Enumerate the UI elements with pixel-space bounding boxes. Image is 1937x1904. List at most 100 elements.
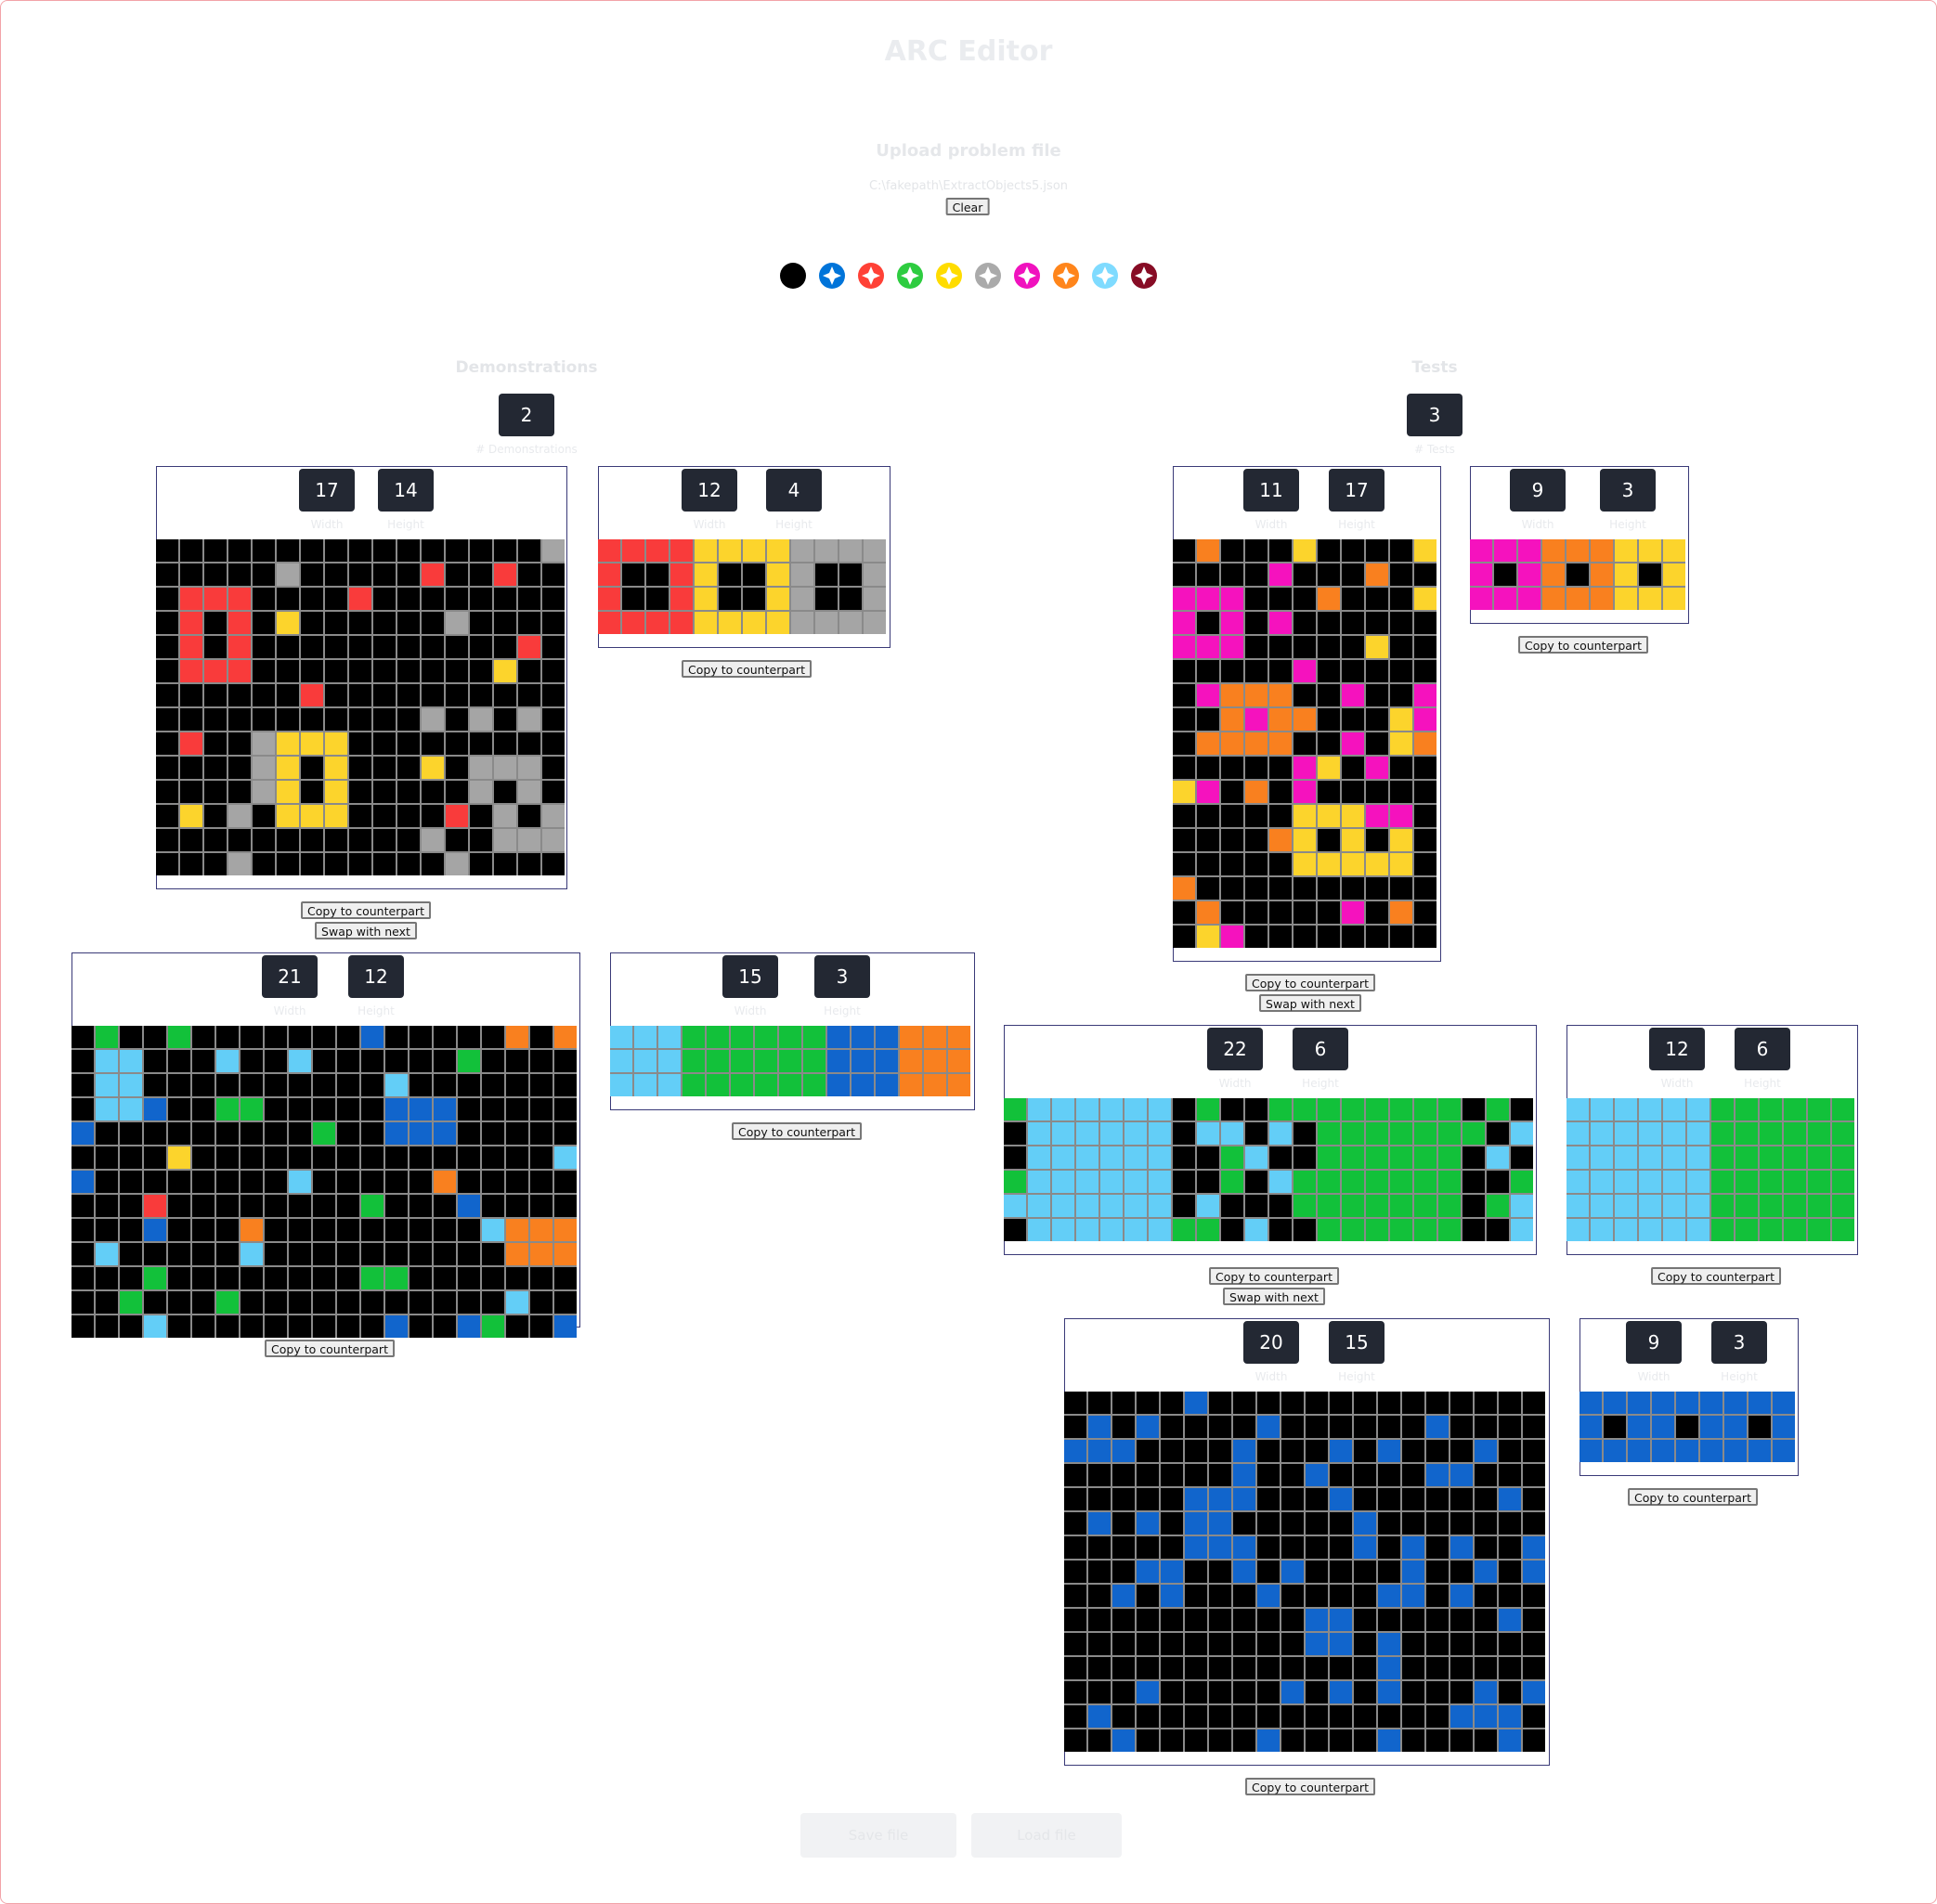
grid-cell[interactable]	[1294, 636, 1316, 658]
grid-cell[interactable]	[1390, 1219, 1412, 1241]
grid-cell[interactable]	[1088, 1585, 1111, 1607]
grid-cell[interactable]	[385, 1026, 408, 1048]
grid-cell[interactable]	[72, 1171, 94, 1193]
grid-cell[interactable]	[325, 636, 347, 658]
grid-cell[interactable]	[1724, 1392, 1747, 1414]
grid-cell[interactable]	[1414, 1195, 1436, 1217]
grid-cell[interactable]	[554, 1026, 577, 1048]
grid-cell[interactable]	[1523, 1705, 1545, 1728]
grid-cell[interactable]	[1736, 1171, 1758, 1193]
grid-cell[interactable]	[1784, 1098, 1806, 1120]
grid-cell[interactable]	[349, 588, 371, 610]
grid-cell[interactable]	[743, 539, 765, 562]
grid-cell[interactable]	[1414, 612, 1436, 634]
grid-cell[interactable]	[1028, 1171, 1050, 1193]
grid-cell[interactable]	[1687, 1171, 1710, 1193]
grid-cell[interactable]	[1438, 1171, 1461, 1193]
grid-cell[interactable]	[1221, 1098, 1243, 1120]
grid-cell[interactable]	[1245, 660, 1268, 682]
grid-cell[interactable]	[670, 588, 693, 610]
grid-cell[interactable]	[1342, 588, 1364, 610]
grid-cell[interactable]	[1330, 1416, 1352, 1438]
grid-cell[interactable]	[682, 1026, 705, 1048]
grid-cell[interactable]	[1366, 612, 1388, 634]
grid-cell[interactable]	[1390, 781, 1412, 803]
grid-cell[interactable]	[1245, 781, 1268, 803]
grid-cell[interactable]	[1760, 1219, 1782, 1241]
grid-cell[interactable]	[1438, 1122, 1461, 1145]
grid-cell[interactable]	[1426, 1705, 1449, 1728]
grid-cell[interactable]	[1245, 732, 1268, 755]
grid-cell[interactable]	[156, 563, 178, 586]
grid-cell[interactable]	[1197, 853, 1219, 875]
grid-cell[interactable]	[1354, 1392, 1376, 1414]
grid-cell[interactable]	[1306, 1657, 1328, 1679]
grid-cell[interactable]	[180, 636, 202, 658]
grid-cell[interactable]	[337, 1026, 359, 1048]
grid-cell[interactable]	[1354, 1512, 1376, 1535]
grid-cell[interactable]	[1100, 1122, 1123, 1145]
grid-cell[interactable]	[1580, 1392, 1602, 1414]
grid-cell[interactable]	[1064, 1488, 1086, 1510]
grid-cell[interactable]	[924, 1026, 946, 1048]
grid-cell[interactable]	[349, 539, 371, 562]
grid-cell[interactable]	[385, 1050, 408, 1072]
grid-cell[interactable]	[1318, 901, 1340, 924]
grid-cell[interactable]	[1221, 588, 1243, 610]
grid-cell[interactable]	[1112, 1488, 1135, 1510]
grid-cell[interactable]	[301, 588, 323, 610]
grid-cell[interactable]	[1281, 1657, 1304, 1679]
grid-cell[interactable]	[1257, 1512, 1280, 1535]
grid-cell[interactable]	[1185, 1512, 1207, 1535]
grid-cell[interactable]	[1628, 1416, 1650, 1438]
grid-cell[interactable]	[542, 684, 565, 706]
grid-cell[interactable]	[1185, 1536, 1207, 1559]
grid-cell[interactable]	[670, 539, 693, 562]
test-2-input-copy-button[interactable]: Copy to counterpart	[1209, 1267, 1339, 1285]
grid-cell[interactable]	[1711, 1195, 1734, 1217]
grid-cell[interactable]	[216, 1026, 239, 1048]
grid-cell[interactable]	[924, 1050, 946, 1072]
grid-cell[interactable]	[1402, 1512, 1424, 1535]
grid-cell[interactable]	[1185, 1633, 1207, 1655]
grid-cell[interactable]	[240, 1171, 263, 1193]
grid-cell[interactable]	[1378, 1392, 1400, 1414]
grid-cell[interactable]	[1639, 1219, 1661, 1241]
grid-cell[interactable]	[1245, 901, 1268, 924]
grid-cell[interactable]	[1185, 1488, 1207, 1510]
grid-cell[interactable]	[731, 1050, 753, 1072]
grid-cell[interactable]	[228, 781, 251, 803]
grid-cell[interactable]	[1652, 1392, 1674, 1414]
grid-cell[interactable]	[1475, 1440, 1497, 1462]
grid-cell[interactable]	[1294, 757, 1316, 779]
grid-cell[interactable]	[1257, 1633, 1280, 1655]
grid-cell[interactable]	[1760, 1171, 1782, 1193]
grid-cell[interactable]	[1112, 1705, 1135, 1728]
grid-cell[interactable]	[361, 1315, 384, 1338]
grid-cell[interactable]	[240, 1074, 263, 1096]
grid-cell[interactable]	[494, 588, 516, 610]
grid-cell[interactable]	[1438, 1195, 1461, 1217]
grid-cell[interactable]	[1450, 1440, 1473, 1462]
grid-cell[interactable]	[156, 612, 178, 634]
grid-cell[interactable]	[192, 1267, 214, 1289]
grid-cell[interactable]	[1257, 1657, 1280, 1679]
grid-cell[interactable]	[397, 708, 420, 731]
grid-cell[interactable]	[1064, 1512, 1086, 1535]
grid-cell[interactable]	[530, 1026, 552, 1048]
grid-cell[interactable]	[1221, 660, 1243, 682]
grid-cell[interactable]	[1354, 1585, 1376, 1607]
grid-cell[interactable]	[719, 588, 741, 610]
grid-cell[interactable]	[482, 1074, 504, 1096]
grid-cell[interactable]	[554, 1074, 577, 1096]
grid-cell[interactable]	[554, 1050, 577, 1072]
grid-cell[interactable]	[385, 1195, 408, 1217]
grid-cell[interactable]	[1566, 1195, 1589, 1217]
grid-cell[interactable]	[1124, 1122, 1147, 1145]
grid-cell[interactable]	[1342, 1195, 1364, 1217]
grid-cell[interactable]	[1639, 588, 1661, 610]
test-2-input-width-input[interactable]: 22	[1207, 1028, 1263, 1070]
grid-cell[interactable]	[1318, 563, 1340, 586]
grid-cell[interactable]	[1414, 757, 1436, 779]
grid-cell[interactable]	[1245, 612, 1268, 634]
